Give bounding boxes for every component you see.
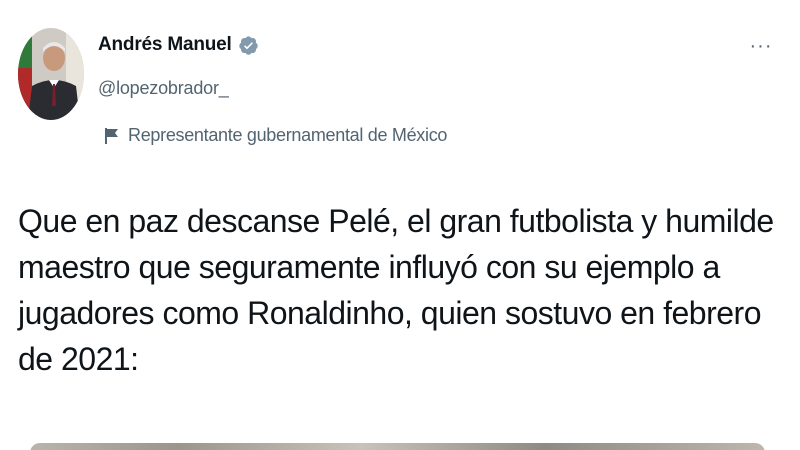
avatar[interactable]	[18, 28, 84, 120]
verified-badge-icon	[238, 35, 258, 55]
affiliation-text: Representante gubernamental de México	[128, 125, 448, 145]
tweet-card: Andrés Manuel @lopezobrador_ ··· Represe…	[0, 0, 800, 450]
tweet-media-preview[interactable]	[30, 443, 765, 450]
tweet-text: Que en paz descanse Pelé, el gran futbol…	[18, 203, 774, 377]
more-options-button[interactable]: ···	[748, 36, 774, 56]
avatar-photo	[18, 28, 84, 120]
author-display-name[interactable]: Andrés Manuel	[98, 34, 232, 56]
government-affiliation-label: Representante gubernamental de México	[104, 125, 447, 146]
author-handle[interactable]: @lopezobrador_	[98, 78, 229, 99]
author-name-row: Andrés Manuel	[98, 34, 259, 56]
more-horizontal-icon: ···	[749, 35, 773, 57]
flag-icon	[105, 127, 118, 144]
